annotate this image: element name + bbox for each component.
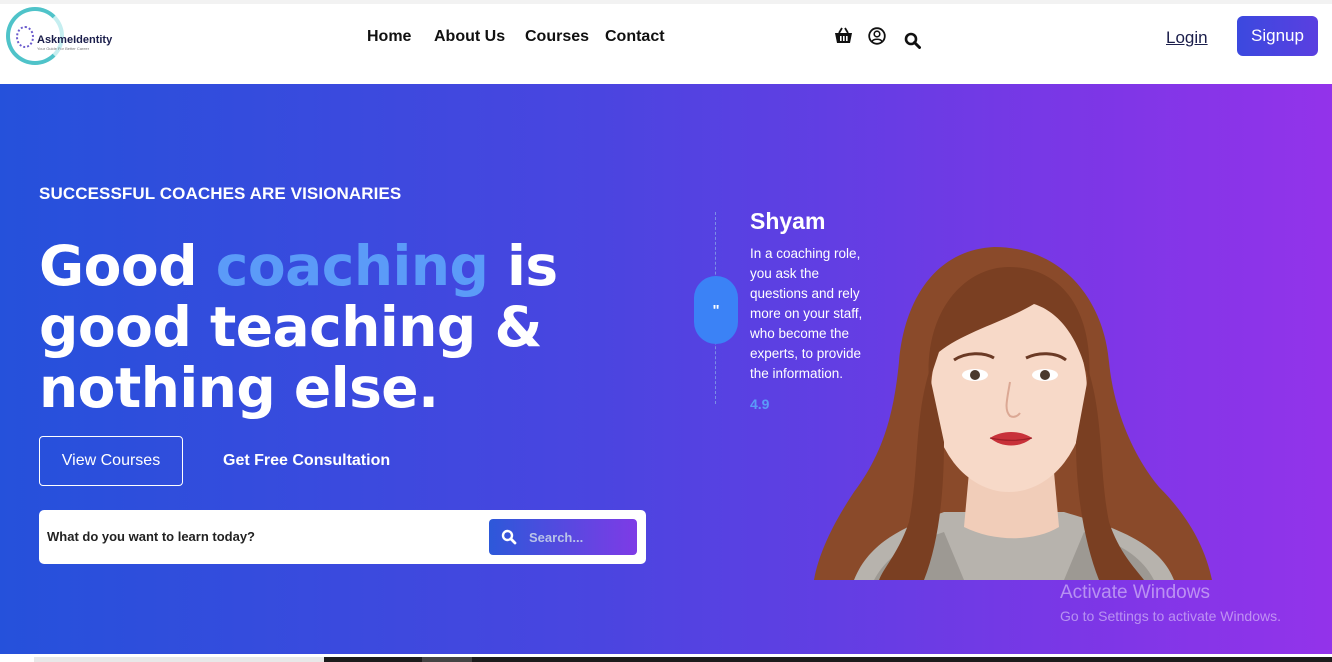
- quote-icon: ": [694, 276, 738, 344]
- taskbar-strip: [0, 654, 1332, 662]
- signup-button[interactable]: Signup: [1237, 16, 1318, 56]
- nav-contact[interactable]: Contact: [605, 28, 665, 46]
- site-header: AskmeIdentity Your Guide For Better Care…: [0, 4, 1332, 84]
- testimonial-rating: 4.9: [750, 396, 770, 412]
- user-circle-icon[interactable]: [868, 27, 886, 49]
- fingerprint-icon: [16, 26, 34, 48]
- os-activation-watermark: Activate Windows Go to Settings to activ…: [1060, 582, 1281, 624]
- taskbar-segment: [34, 657, 324, 662]
- free-consultation-link[interactable]: Get Free Consultation: [223, 452, 390, 470]
- testimonial-name: Shyam: [750, 208, 826, 234]
- search-button-label: Search...: [529, 529, 584, 545]
- hero-section: SUCCESSFUL COACHES ARE VISIONARIES Good …: [0, 84, 1332, 654]
- brand-logo[interactable]: AskmeIdentity Your Guide For Better Care…: [6, 7, 121, 69]
- view-courses-button[interactable]: View Courses: [39, 436, 183, 486]
- headline-highlight: coaching: [215, 234, 489, 298]
- brand-tagline: Your Guide For Better Career: [37, 46, 90, 51]
- login-link[interactable]: Login: [1166, 28, 1208, 48]
- search-prompt[interactable]: What do you want to learn today?: [47, 529, 255, 544]
- nav-home[interactable]: Home: [367, 28, 411, 46]
- nav-about-us[interactable]: About Us: [434, 28, 505, 46]
- brand-name: AskmeIdentity: [37, 34, 113, 46]
- headline-prefix: Good: [39, 234, 216, 298]
- watermark-subtitle: Go to Settings to activate Windows.: [1060, 608, 1281, 624]
- coach-portrait: [814, 247, 1212, 580]
- watermark-title: Activate Windows: [1060, 582, 1210, 603]
- search-icon[interactable]: [904, 32, 921, 53]
- hero-headline: Good coaching is good teaching & nothing…: [39, 236, 599, 419]
- taskbar-segment: [422, 657, 472, 662]
- hero-kicker: SUCCESSFUL COACHES ARE VISIONARIES: [39, 184, 402, 203]
- nav-courses[interactable]: Courses: [525, 28, 589, 46]
- search-button[interactable]: Search...: [489, 519, 637, 555]
- taskbar-segment: [324, 657, 1332, 662]
- search-icon: [501, 529, 517, 545]
- basket-icon[interactable]: [834, 27, 853, 49]
- course-search-bar: What do you want to learn today? Search.…: [39, 510, 646, 564]
